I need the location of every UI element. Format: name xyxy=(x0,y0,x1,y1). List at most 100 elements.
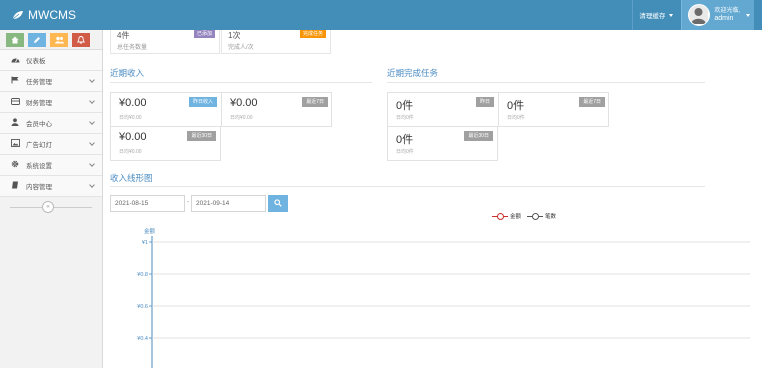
collapse-left-icon[interactable]: « xyxy=(42,201,54,213)
clear-cache-button[interactable]: 清理缓存 xyxy=(632,0,681,30)
task-daily-avg: 日均0件 xyxy=(396,149,414,155)
task-tag: 最近30日 xyxy=(464,131,493,141)
sidebar-item-label: 内容管理 xyxy=(26,184,52,191)
task-card-row: 0件 日均0件 昨日 0件 日均0件 最近7日 xyxy=(387,92,609,127)
sidebar-item-system-settings[interactable]: 系统设置 xyxy=(0,155,102,176)
task-daily-avg: 日均0件 xyxy=(507,115,525,121)
task-value: 0件 xyxy=(507,100,525,112)
legend-label: 金额 xyxy=(510,214,522,220)
search-icon xyxy=(274,199,282,207)
y-tick-label: ¥0.8 xyxy=(137,272,148,278)
users-icon[interactable] xyxy=(50,32,68,47)
y-axis-label: 金额 xyxy=(144,227,156,235)
sidebar-item-dashboard[interactable]: 仪表板 xyxy=(0,50,102,71)
income-tag: 最近7日 xyxy=(302,97,328,107)
user-icon xyxy=(10,118,20,128)
gear-icon xyxy=(10,160,20,170)
income-value: ¥0.00 xyxy=(119,97,147,109)
sidebar-item-label: 仪表板 xyxy=(26,58,46,65)
date-from-input[interactable]: 2021-08-15 xyxy=(110,195,185,212)
task-card-7days: 0件 日均0件 最近7日 xyxy=(499,93,609,126)
income-daily-avg: 日均¥0.00 xyxy=(230,115,253,121)
sidebar: 仪表板 任务管理 财务管理 会员中心 广告幻灯 系统设置 内容管理 « xyxy=(0,30,103,368)
stat-value: 4件 xyxy=(117,31,130,40)
stat-label: 完成人/次 xyxy=(228,45,254,51)
task-tag: 最近7日 xyxy=(579,97,605,107)
sidebar-item-label: 会员中心 xyxy=(26,121,52,128)
sidebar-item-content-management[interactable]: 内容管理 xyxy=(0,176,102,197)
task-tag: 昨日 xyxy=(475,97,494,107)
stat-card-total-tasks: 4件 总任务数量 已添加 xyxy=(110,30,220,54)
welcome-text: 欢迎光临, xyxy=(714,8,740,14)
stat-card-completions: 1次 完成人/次 完成任务 xyxy=(221,30,331,54)
income-tag: 最近30日 xyxy=(187,131,216,141)
pencil-icon[interactable] xyxy=(28,32,46,47)
divider xyxy=(110,186,705,187)
task-value: 0件 xyxy=(396,134,414,146)
task-card-30days: 0件 日均0件 最近30日 xyxy=(387,126,498,161)
income-card-30days: ¥0.00 日均¥0.00 最近30日 xyxy=(110,126,221,161)
sidebar-item-label: 广告幻灯 xyxy=(26,142,52,149)
stat-label: 总任务数量 xyxy=(117,45,148,51)
caret-down-icon xyxy=(746,13,750,17)
income-value: ¥0.00 xyxy=(119,131,147,143)
picture-icon xyxy=(10,139,20,149)
chevron-down-icon xyxy=(89,98,95,104)
chevron-down-icon xyxy=(89,140,95,146)
legend-marker xyxy=(527,213,544,220)
stat-badge: 完成任务 xyxy=(299,30,326,38)
username: admin xyxy=(714,15,734,22)
sidebar-item-finance[interactable]: 财务管理 xyxy=(0,92,102,113)
date-to-input[interactable]: 2021-09-14 xyxy=(191,195,266,212)
income-daily-avg: 日均¥0.00 xyxy=(119,149,142,155)
dashboard-icon xyxy=(10,56,20,65)
leaf-icon xyxy=(12,11,23,20)
income-daily-avg: 日均¥0.00 xyxy=(119,115,142,121)
sidebar-item-label: 任务管理 xyxy=(26,79,52,86)
divider xyxy=(387,82,705,83)
y-tick-label: ¥1 xyxy=(142,240,148,246)
chevron-down-icon xyxy=(89,182,95,188)
top-navbar: MWCMS 清理缓存 欢迎光临, admin xyxy=(0,0,762,30)
income-card-7days: ¥0.00 日均¥0.00 最近7日 xyxy=(222,93,332,126)
brand-title: MWCMS xyxy=(28,8,76,22)
sidebar-item-label: 系统设置 xyxy=(26,163,52,170)
y-tick-label: ¥0.4 xyxy=(137,336,148,342)
task-value: 0件 xyxy=(396,100,414,112)
chevron-down-icon xyxy=(89,161,95,167)
sidebar-item-ads-slides[interactable]: 广告幻灯 xyxy=(0,134,102,155)
legend-label: 笔数 xyxy=(545,214,557,220)
caret-down-icon xyxy=(669,13,674,17)
chart-legend: 金额 笔数 xyxy=(492,212,562,220)
legend-item-amount[interactable]: 金额 xyxy=(492,212,521,220)
avatar xyxy=(688,4,711,26)
chevron-down-icon xyxy=(89,119,95,125)
y-tick-label: ¥0.6 xyxy=(137,304,148,310)
task-card-yesterday: 0件 日均0件 昨日 xyxy=(388,93,498,126)
home-icon[interactable] xyxy=(6,32,24,47)
search-button[interactable] xyxy=(268,195,288,212)
brand[interactable]: MWCMS xyxy=(12,7,76,23)
income-card-row: ¥0.00 日均¥0.00 昨日收入 ¥0.00 日均¥0.00 最近7日 xyxy=(110,92,332,127)
legend-item-count[interactable]: 笔数 xyxy=(527,212,556,220)
book-icon xyxy=(10,181,20,191)
sidebar-collapse: « xyxy=(0,197,102,217)
divider xyxy=(110,82,372,83)
sidebar-item-label: 财务管理 xyxy=(26,100,52,107)
chevron-down-icon xyxy=(89,77,95,83)
wallet-icon xyxy=(10,97,20,107)
recent-tasks-title: 近期完成任务 xyxy=(387,68,439,78)
flag-icon xyxy=(10,76,20,86)
user-menu[interactable]: 欢迎光临, admin xyxy=(681,0,754,30)
date-separator: - xyxy=(187,199,190,206)
income-tag: 昨日收入 xyxy=(188,97,217,107)
stat-badge: 已添加 xyxy=(193,30,215,38)
sidebar-item-member-center[interactable]: 会员中心 xyxy=(0,113,102,134)
legend-marker xyxy=(492,213,508,220)
sidebar-item-task-management[interactable]: 任务管理 xyxy=(0,71,102,92)
stat-value: 1次 xyxy=(228,31,241,40)
income-card-yesterday: ¥0.00 日均¥0.00 昨日收入 xyxy=(111,93,221,126)
bell-icon[interactable] xyxy=(72,32,90,47)
task-daily-avg: 日均0件 xyxy=(396,115,414,121)
income-value: ¥0.00 xyxy=(230,97,258,109)
